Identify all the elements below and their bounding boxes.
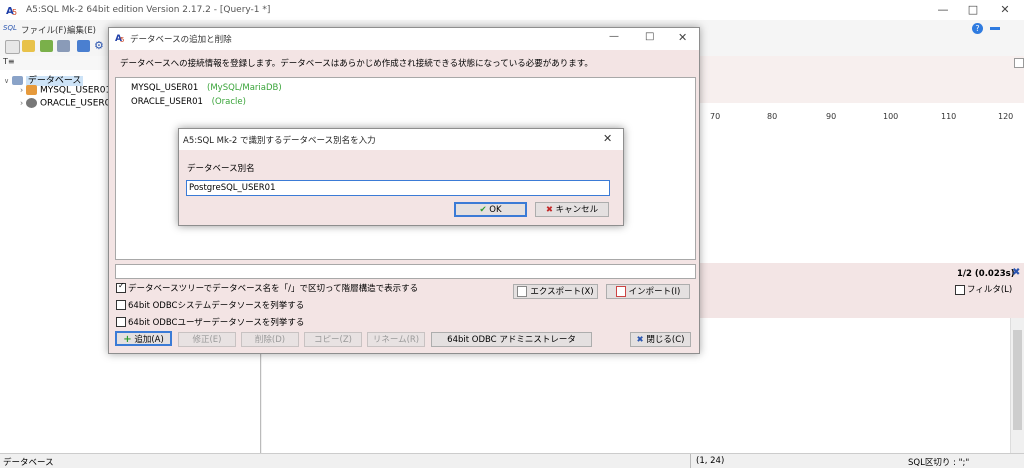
connection-string-field[interactable] (115, 264, 696, 279)
export-icon (517, 286, 528, 297)
odbc-admin-button[interactable]: 64bit ODBC アドミニストレータ (431, 332, 592, 347)
close-icon[interactable]: ✕ (678, 31, 687, 44)
close-icon[interactable]: ✕ (990, 0, 1020, 20)
status-left: データベース (3, 458, 54, 468)
filter-label: フィルタ(L) (967, 285, 1013, 295)
ok-button[interactable]: ✔ OK (454, 202, 527, 217)
tree-item-oracle[interactable]: › ORACLE_USER01 (20, 98, 116, 109)
connect-icon[interactable] (77, 40, 90, 52)
ruler-label: 110 (941, 112, 957, 121)
check-icon: ✔ (479, 205, 487, 215)
settings-icon[interactable]: ⚙ (94, 39, 104, 52)
list-item[interactable]: MYSQL_USER01 (MySQL/MariaDB) (131, 83, 282, 93)
minimize-icon[interactable]: — (609, 31, 619, 42)
maximize-icon[interactable]: □ (645, 31, 654, 42)
copy-button[interactable]: コピー(Z) (304, 332, 362, 347)
close-x-icon: ✖ (636, 335, 644, 345)
alias-label: データベース別名 (187, 164, 255, 174)
title-bar: A5 A5:SQL Mk-2 64bit edition Version 2.1… (0, 0, 1024, 20)
open-folder-icon[interactable] (22, 40, 35, 52)
odbc-system-checkbox[interactable] (116, 300, 126, 310)
dialog-app-icon: A5 (115, 32, 127, 46)
app-icon: A5 (6, 4, 20, 17)
cursor-position: (1, 24) (696, 456, 725, 466)
column-ruler: 70 80 90 100 110 120 (696, 111, 1024, 125)
dialog-title-bar: A5 データベースの追加と削除 — □ ✕ (109, 28, 699, 50)
export-label: エクスポート(X) (530, 287, 594, 297)
ruler-label: 100 (883, 112, 899, 121)
ruler-label: 80 (767, 112, 778, 121)
status-divider (690, 454, 691, 468)
tree-item-mysql[interactable]: › MYSQL_USER01 (20, 85, 111, 96)
minimize-icon[interactable]: — (928, 0, 958, 20)
result-count: 1/2 (0.023s) (957, 269, 1015, 279)
dialog-title: A5:SQL Mk-2 で識別するデータベース別名を入力 (183, 136, 376, 146)
tree-item-label: ORACLE_USER01 (39, 98, 117, 109)
tree-item-label: MYSQL_USER01 (39, 85, 112, 96)
export-button[interactable]: エクスポート(X) (513, 284, 598, 299)
ruler-label: 120 (998, 112, 1014, 121)
help-icon[interactable]: ? (972, 23, 983, 34)
hierarchy-option-label: データベースツリーでデータベース名を「/」で区切って階層構造で表示する (128, 284, 419, 294)
filter-tree-icon[interactable]: T≡ (3, 57, 15, 66)
alias-input-dialog: A5:SQL Mk-2 で識別するデータベース別名を入力 ✕ データベース別名 … (178, 128, 624, 226)
ruler-label: 90 (826, 112, 837, 121)
db-name: ORACLE_USER01 (131, 97, 203, 107)
cancel-x-icon: ✖ (545, 205, 553, 215)
plus-icon: + (123, 334, 132, 345)
alias-value: PostgreSQL_USER01 (189, 183, 276, 193)
edit-button[interactable]: 修正(E) (178, 332, 236, 347)
cancel-label: キャンセル (555, 205, 599, 215)
delete-button[interactable]: 削除(D) (241, 332, 299, 347)
odbc-user-checkbox[interactable] (116, 317, 126, 327)
import-label: インポート(I) (628, 287, 681, 297)
ruler-label: 70 (710, 112, 721, 121)
restore-icon[interactable] (990, 27, 1000, 30)
mysql-db-icon (26, 85, 38, 95)
pane-scroll-icon[interactable] (1014, 58, 1024, 68)
db-type: (MySQL/MariaDB) (207, 83, 282, 93)
sql-icon: SQL (3, 24, 17, 32)
close-button[interactable]: ✖ 閉じる(C) (630, 332, 691, 347)
vertical-scrollbar[interactable] (1010, 318, 1024, 453)
new-file-icon[interactable] (5, 40, 20, 54)
ok-label: OK (489, 205, 502, 215)
database-root-icon (12, 76, 23, 85)
status-bar: データベース (1, 24) SQL区切り : ";" (0, 453, 1024, 468)
add-button[interactable]: + 追加(A) (115, 331, 172, 346)
odbc-user-option-label: 64bit ODBCユーザーデータソースを列挙する (128, 318, 305, 328)
dialog-description: データベースへの接続情報を登録します。データベースはあらかじめ作成され接続できる… (120, 59, 593, 69)
import-button[interactable]: インポート(I) (606, 284, 690, 299)
save-icon[interactable] (40, 40, 53, 52)
menu-item-edit[interactable]: 編集(E) (67, 24, 96, 36)
sql-delimiter: SQL区切り : ";" (908, 458, 970, 468)
add-label: 追加(A) (134, 335, 164, 345)
dialog-title-bar: A5:SQL Mk-2 で識別するデータベース別名を入力 ✕ (179, 129, 623, 150)
menu-item-file[interactable]: ファイル(F) (21, 24, 67, 36)
import-icon (615, 286, 626, 297)
cancel-button[interactable]: ✖ キャンセル (535, 202, 609, 217)
filter-checkbox[interactable] (955, 285, 965, 295)
odbc-system-option-label: 64bit ODBCシステムデータソースを列挙する (128, 301, 305, 311)
close-result-icon[interactable]: ✖ (1012, 268, 1022, 278)
db-name: MYSQL_USER01 (131, 83, 199, 93)
hierarchy-checkbox[interactable]: ✓ (116, 281, 126, 293)
close-label: 閉じる(C) (646, 335, 685, 345)
list-item[interactable]: ORACLE_USER01 (Oracle) (131, 97, 246, 107)
database-icon[interactable] (57, 40, 70, 52)
maximize-icon[interactable]: □ (958, 0, 988, 20)
window-title: A5:SQL Mk-2 64bit edition Version 2.17.2… (26, 5, 271, 15)
oracle-db-icon (26, 98, 38, 108)
alias-input[interactable]: PostgreSQL_USER01 (186, 180, 610, 196)
dialog-title: データベースの追加と削除 (130, 35, 232, 45)
db-type: (Oracle) (211, 97, 246, 107)
svg-text:5: 5 (120, 36, 124, 43)
svg-text:5: 5 (12, 8, 17, 16)
close-icon[interactable]: ✕ (603, 132, 612, 145)
rename-button[interactable]: リネーム(R) (367, 332, 425, 347)
